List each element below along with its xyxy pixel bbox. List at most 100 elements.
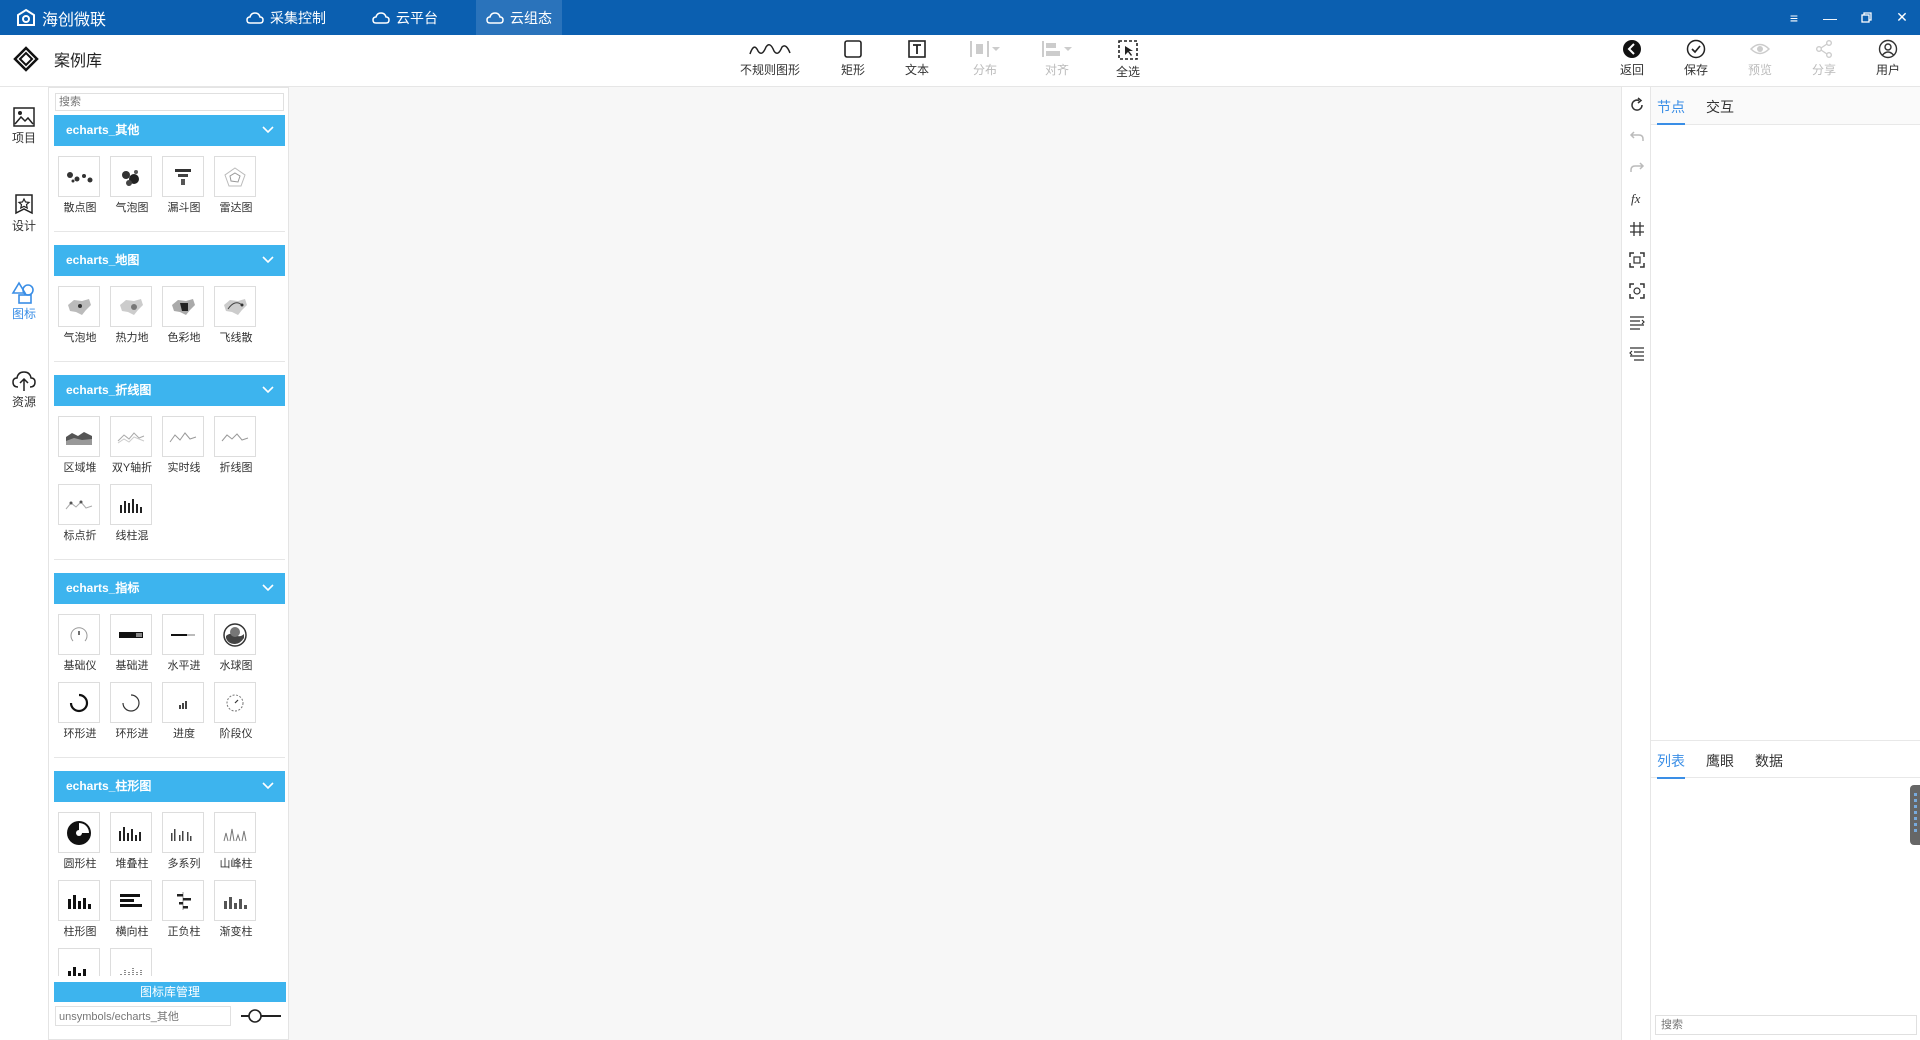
indent-left-icon[interactable] (1629, 345, 1645, 361)
title-bar: 海创微联 采集控制 云平台 云组态 ≡ — ✕ (0, 0, 1920, 35)
symbol-item[interactable]: 实时线 (162, 416, 205, 476)
symbol-item[interactable]: 雷达图 (214, 156, 257, 216)
menu-icon[interactable]: ≡ (1776, 0, 1812, 35)
symbol-item[interactable]: 散点图 (58, 156, 101, 216)
library-search-input[interactable] (55, 93, 284, 111)
symbol-item[interactable]: 色彩地 (162, 286, 205, 346)
refresh-icon[interactable] (1629, 97, 1645, 113)
symbol-item[interactable]: 区域堆 (58, 416, 101, 476)
symbol-item[interactable]: 水平进 (162, 614, 205, 674)
save-button[interactable]: 保存 (1684, 39, 1708, 78)
symbol-item[interactable]: 环形进 (110, 682, 153, 742)
symbol-item[interactable]: 山峰柱 (214, 812, 257, 872)
symbol-item[interactable]: 圆形柱 (58, 812, 101, 872)
nav-item-project[interactable]: 项目 (0, 105, 48, 146)
symbol-item[interactable]: 多系列 (162, 812, 205, 872)
maximize-icon[interactable] (1848, 0, 1884, 35)
library-manage-button[interactable]: 图标库管理 (54, 982, 286, 1002)
symbol-item[interactable]: 堆叠柱 (110, 812, 153, 872)
category-title: echarts_其他 (66, 123, 140, 137)
symbol-item[interactable]: 气泡地 (58, 286, 101, 346)
category-header-map[interactable]: echarts_地图 (54, 245, 285, 276)
dotted-bar-thumb-icon (120, 966, 142, 976)
undo-icon[interactable] (1629, 128, 1645, 144)
tool-align[interactable]: 对齐 (1040, 39, 1074, 78)
nav-item-resources[interactable]: 资源 (0, 369, 48, 410)
flyline-thumb-icon (224, 298, 247, 315)
symbol-label: 山峰柱 (219, 858, 253, 870)
symbol-item[interactable]: 热力地 (110, 286, 153, 346)
nav-label: 设计 (11, 219, 36, 233)
symbol-label: 散点图 (63, 202, 97, 214)
tool-text[interactable]: 文本 (905, 39, 929, 78)
tool-irregular-shape[interactable]: 不规则图形 (740, 39, 800, 78)
fit-screen-icon[interactable] (1629, 252, 1645, 268)
minimize-icon[interactable]: — (1812, 0, 1848, 35)
tool-rectangle[interactable]: 矩形 (841, 39, 865, 78)
symbol-item[interactable] (110, 948, 153, 976)
symbol-item[interactable]: 柱形图 (58, 880, 101, 940)
design-canvas[interactable] (289, 87, 1621, 1040)
category-header-line[interactable]: echarts_折线图 (54, 375, 285, 406)
tab-cloud-platform[interactable]: 云平台 (362, 0, 448, 35)
nav-label: 项目 (11, 131, 36, 145)
symbol-item[interactable] (58, 948, 101, 976)
stacked-bar-thumb-icon (119, 826, 141, 841)
preview-button[interactable]: 预览 (1748, 39, 1772, 78)
area-stack-thumb-icon (66, 431, 92, 445)
symbol-label: 圆形柱 (63, 858, 97, 870)
layer-search-input[interactable] (1655, 1015, 1917, 1035)
symbol-label: 环形进 (63, 728, 97, 740)
horizontal-bar-thumb-icon (120, 893, 142, 907)
text-icon (908, 40, 926, 58)
cloud-gear-icon (246, 11, 264, 24)
tab-list[interactable]: 列表 (1657, 751, 1685, 779)
symbol-item[interactable]: 进度 (162, 682, 205, 742)
symbol-item[interactable]: 气泡图 (110, 156, 153, 216)
tab-eagle-eye[interactable]: 鹰眼 (1706, 751, 1734, 777)
side-drawer-handle[interactable] (1910, 785, 1920, 845)
tab-nodes[interactable]: 节点 (1657, 97, 1685, 125)
symbol-item[interactable]: 飞线散 (214, 286, 257, 346)
category-header-indicator[interactable]: echarts_指标 (54, 573, 285, 604)
tab-collection-control[interactable]: 采集控制 (236, 0, 336, 35)
symbol-item[interactable]: 线柱混 (110, 484, 153, 544)
zoom-fit-icon[interactable] (1629, 283, 1645, 299)
symbol-item[interactable]: 水球图 (214, 614, 257, 674)
tab-data[interactable]: 数据 (1755, 751, 1783, 777)
symbol-item[interactable]: 基础仪 (58, 614, 101, 674)
eye-icon (1750, 43, 1770, 55)
category-header-bar[interactable]: echarts_柱形图 (54, 771, 285, 802)
library-path-input[interactable] (55, 1006, 231, 1026)
symbol-item[interactable]: 正负柱 (162, 880, 205, 940)
tab-interaction[interactable]: 交互 (1706, 97, 1734, 123)
symbol-item[interactable]: 折线图 (214, 416, 257, 476)
symbol-item[interactable]: 基础进 (110, 614, 153, 674)
back-button[interactable]: 返回 (1620, 39, 1644, 78)
share-button[interactable]: 分享 (1812, 39, 1836, 78)
nav-item-design[interactable]: 设计 (0, 193, 48, 234)
symbol-label: 进度 (173, 728, 195, 740)
symbol-item[interactable]: 横向柱 (110, 880, 153, 940)
symbol-label: 环形进 (115, 728, 149, 740)
nav-label: 资源 (11, 395, 36, 409)
grid-icon[interactable] (1629, 221, 1645, 237)
user-button[interactable]: 用户 (1876, 39, 1900, 78)
symbol-item[interactable]: 阶段仪 (214, 682, 257, 742)
symbol-item[interactable]: 标点折 (58, 484, 101, 544)
redo-icon[interactable] (1629, 159, 1645, 175)
close-icon[interactable]: ✕ (1884, 0, 1920, 35)
symbol-item[interactable]: 双Y轴折 (110, 416, 153, 476)
tool-select-all[interactable]: 全选 (1116, 39, 1140, 80)
size-slider[interactable] (239, 1008, 283, 1024)
tool-distribute[interactable]: 分布 (968, 39, 1002, 78)
symbol-label: 阶段仪 (219, 728, 253, 740)
nav-item-icons[interactable]: 图标 (0, 281, 48, 322)
symbol-item[interactable]: 渐变柱 (214, 880, 257, 940)
indent-right-icon[interactable] (1629, 314, 1645, 330)
category-header-other[interactable]: echarts_其他 (54, 115, 285, 146)
symbol-item[interactable]: 漏斗图 (162, 156, 205, 216)
tab-cloud-scada[interactable]: 云组态 (476, 0, 562, 35)
symbol-item[interactable]: 环形进 (58, 682, 101, 742)
function-icon[interactable]: fx (1629, 190, 1645, 206)
